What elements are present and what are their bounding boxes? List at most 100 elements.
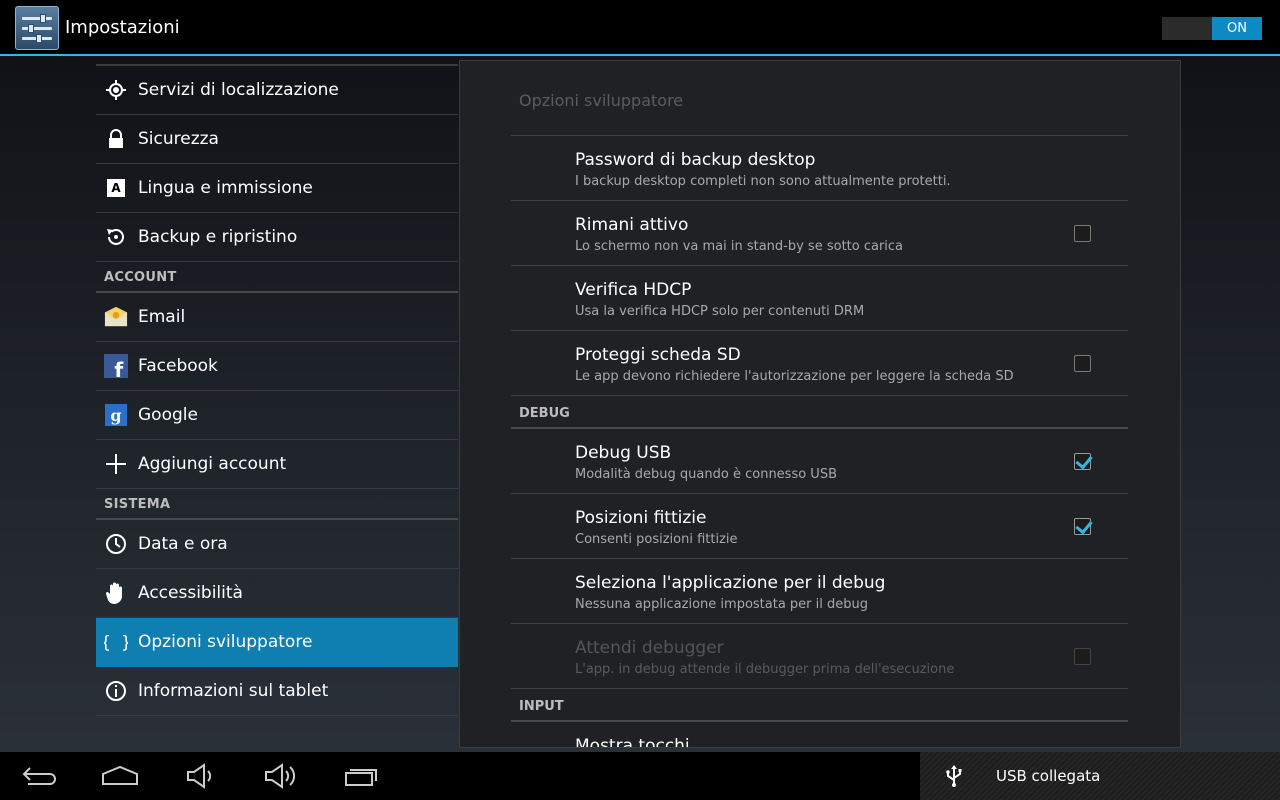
volume-down-button[interactable] xyxy=(178,760,222,792)
sidebar-item-label: Backup e ripristino xyxy=(138,227,298,247)
pref-title: Password di backup desktop xyxy=(575,150,816,170)
sidebar-item-label: Aggiungi account xyxy=(138,454,287,474)
volume-up-icon xyxy=(265,763,296,789)
usb-status-text: USB collegata xyxy=(996,767,1101,785)
category-input: INPUT xyxy=(511,689,1128,722)
pref-select-debug-app[interactable]: Seleziona l'applicazione per il debug Ne… xyxy=(511,559,1128,624)
action-bar: Impostazioni ON xyxy=(0,0,1280,56)
sidebar-item-label: Google xyxy=(138,405,198,425)
google-icon: g xyxy=(104,403,128,427)
info-icon xyxy=(104,679,128,703)
app-title: Impostazioni xyxy=(65,17,180,38)
pref-title: Debug USB xyxy=(575,443,672,463)
sidebar-item-facebook[interactable]: f Facebook xyxy=(96,342,458,391)
sidebar-item-label: Facebook xyxy=(138,356,218,376)
pref-wait-for-debugger: Attendi debugger L'app. in debug attende… xyxy=(511,624,1128,689)
pref-summary: Le app devono richiedere l'autorizzazion… xyxy=(575,369,1014,384)
lock-icon xyxy=(104,127,128,151)
sidebar-item-label: Accessibilità xyxy=(138,583,243,603)
sidebar-item-label: Servizi di localizzazione xyxy=(138,80,339,100)
sidebar-item-label: Opzioni sviluppatore xyxy=(138,632,313,652)
category-label: DEBUG xyxy=(519,406,570,421)
sidebar-item-location[interactable]: Servizi di localizzazione xyxy=(96,66,458,115)
preference-list: Password di backup desktop I backup desk… xyxy=(511,135,1128,748)
panel-title: Opzioni sviluppatore xyxy=(519,91,684,110)
protect-sd-checkbox[interactable] xyxy=(1074,355,1091,372)
recent-apps-button[interactable] xyxy=(338,760,382,792)
restore-icon xyxy=(104,225,128,249)
email-icon xyxy=(104,305,128,329)
section-header-account: ACCOUNT xyxy=(96,262,458,293)
category-label: INPUT xyxy=(519,699,564,714)
settings-category-list: Servizi di localizzazione Sicurezza A Li… xyxy=(96,64,458,716)
toggle-on-label: ON xyxy=(1212,17,1262,40)
mock-locations-checkbox[interactable] xyxy=(1074,518,1091,535)
hand-icon xyxy=(104,581,128,605)
pref-backup-password[interactable]: Password di backup desktop I backup desk… xyxy=(511,136,1128,201)
pref-summary: Nessuna applicazione impostata per il de… xyxy=(575,597,869,612)
pref-title: Seleziona l'applicazione per il debug xyxy=(575,573,886,593)
section-header-system: SISTEMA xyxy=(96,489,458,520)
pref-usb-debugging[interactable]: Debug USB Modalità debug quando è connes… xyxy=(511,429,1128,494)
pref-stay-awake[interactable]: Rimani attivo Lo schermo non va mai in s… xyxy=(511,201,1128,266)
keyboard-a-icon: A xyxy=(104,176,128,200)
pref-summary: Consenti posizioni fittizie xyxy=(575,532,738,547)
sidebar-item-label: Email xyxy=(138,307,186,327)
svg-text:g: g xyxy=(110,406,121,425)
volume-down-icon xyxy=(187,763,212,789)
sidebar-item-accessibility[interactable]: Accessibilità xyxy=(96,569,458,618)
pref-mock-locations[interactable]: Posizioni fittizie Consenti posizioni fi… xyxy=(511,494,1128,559)
sidebar-item-about-tablet[interactable]: Informazioni sul tablet xyxy=(96,667,458,716)
home-icon xyxy=(102,765,138,785)
sidebar-item-date-time[interactable]: Data e ora xyxy=(96,520,458,569)
svg-text:A: A xyxy=(111,181,121,195)
sidebar-item-add-account[interactable]: Aggiungi account xyxy=(96,440,458,489)
section-header-label: SISTEMA xyxy=(104,497,171,512)
usb-debugging-checkbox[interactable] xyxy=(1074,453,1091,470)
pref-protect-sd[interactable]: Proteggi scheda SD Le app devono richied… xyxy=(511,331,1128,396)
sidebar-item-google[interactable]: g Google xyxy=(96,391,458,440)
back-icon xyxy=(22,767,56,785)
svg-text:f: f xyxy=(114,358,124,379)
settings-app-icon[interactable] xyxy=(15,6,59,50)
pref-title: Mostra tocchi xyxy=(575,736,690,748)
pref-title: Verifica HDCP xyxy=(575,280,692,300)
svg-text:{ }: { } xyxy=(104,633,128,653)
developer-options-panel: Opzioni sviluppatore Password di backup … xyxy=(459,60,1181,748)
section-header-label: ACCOUNT xyxy=(104,270,177,285)
stay-awake-checkbox[interactable] xyxy=(1074,225,1091,242)
location-icon xyxy=(104,78,128,102)
braces-icon: { } xyxy=(104,630,128,654)
pref-summary: Modalità debug quando è connesso USB xyxy=(575,467,837,482)
sidebar-item-label: Informazioni sul tablet xyxy=(138,681,329,701)
pref-title: Proteggi scheda SD xyxy=(575,345,741,365)
sidebar-item-developer-options[interactable]: { } Opzioni sviluppatore xyxy=(96,618,458,667)
sidebar-item-label: Sicurezza xyxy=(138,129,219,149)
facebook-icon: f xyxy=(104,354,128,379)
pref-summary: L'app. in debug attende il debugger prim… xyxy=(575,662,955,677)
back-button[interactable] xyxy=(18,760,62,792)
volume-up-button[interactable] xyxy=(258,760,302,792)
sidebar-item-label: Lingua e immissione xyxy=(138,178,313,198)
recent-apps-icon xyxy=(345,769,377,786)
pref-title: Attendi debugger xyxy=(575,638,724,658)
developer-options-toggle[interactable]: ON xyxy=(1162,17,1262,40)
clock-icon xyxy=(104,532,128,556)
plus-icon xyxy=(104,452,128,476)
pref-show-touches[interactable]: Mostra tocchi xyxy=(511,722,1128,748)
category-debug: DEBUG xyxy=(511,396,1128,429)
pref-hdcp-check[interactable]: Verifica HDCP Usa la verifica HDCP solo … xyxy=(511,266,1128,331)
sidebar-item-security[interactable]: Sicurezza xyxy=(96,115,458,164)
pref-title: Rimani attivo xyxy=(575,215,689,235)
pref-title: Posizioni fittizie xyxy=(575,508,707,528)
home-button[interactable] xyxy=(98,760,142,792)
usb-icon xyxy=(942,764,966,788)
pref-summary: I backup desktop completi non sono attua… xyxy=(575,174,951,189)
wait-for-debugger-checkbox xyxy=(1074,648,1091,665)
pref-summary: Lo schermo non va mai in stand-by se sot… xyxy=(575,239,904,254)
sidebar-item-label: Data e ora xyxy=(138,534,228,554)
status-notification-area[interactable]: USB collegata xyxy=(920,752,1280,800)
sidebar-item-language[interactable]: A Lingua e immissione xyxy=(96,164,458,213)
sidebar-item-backup[interactable]: Backup e ripristino xyxy=(96,213,458,262)
sidebar-item-email[interactable]: Email xyxy=(96,293,458,342)
